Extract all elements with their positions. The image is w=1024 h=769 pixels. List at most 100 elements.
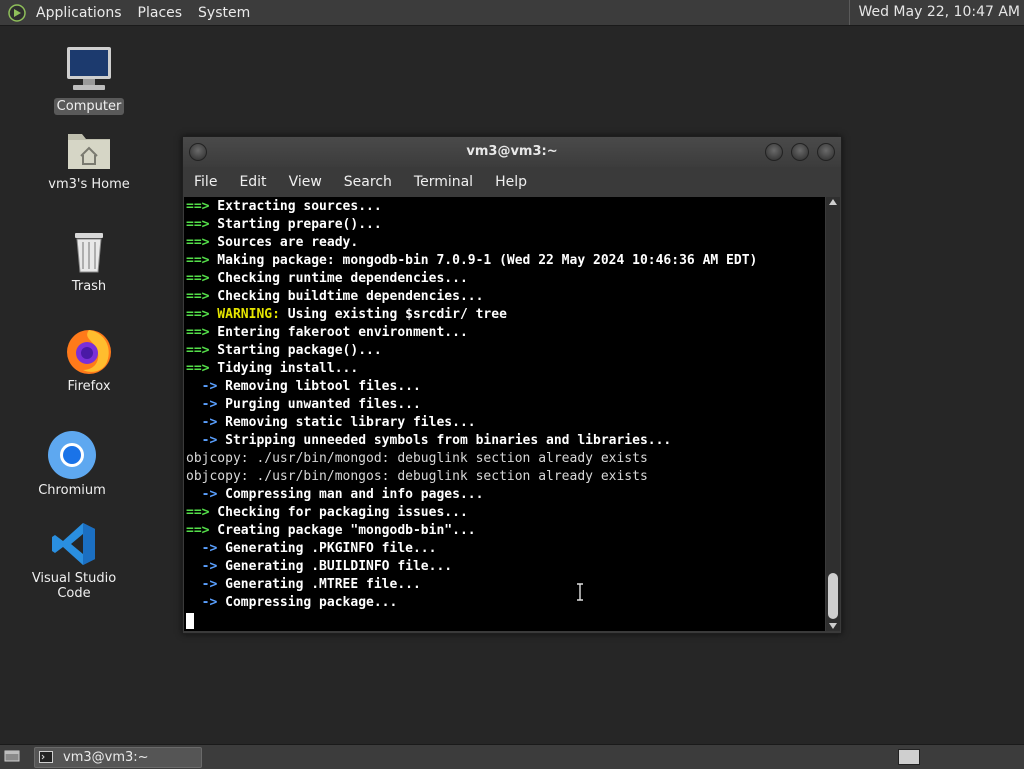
line-text: Tidying install... bbox=[209, 361, 359, 376]
taskbar-button-terminal[interactable]: vm3@vm3:~ bbox=[34, 747, 202, 768]
line-text: Stripping unneeded symbols from binaries… bbox=[217, 433, 672, 448]
menu-edit[interactable]: Edit bbox=[228, 174, 277, 190]
terminal-line: ==> Entering fakeroot environment... bbox=[186, 324, 825, 342]
warning-label: WARNING: bbox=[209, 307, 280, 322]
terminal-window: vm3@vm3:~ File Edit View Search Terminal… bbox=[182, 136, 842, 634]
line-text: Using existing $srcdir/ tree bbox=[279, 307, 507, 322]
trash-icon bbox=[75, 233, 103, 273]
line-text: Creating package "mongodb-bin"... bbox=[209, 523, 476, 538]
terminal-line: -> Generating .BUILDINFO file... bbox=[186, 558, 825, 576]
desktop-icon-label: vm3's Home bbox=[48, 177, 130, 192]
terminal-line: -> Compressing man and info pages... bbox=[186, 486, 825, 504]
scrollbar-thumb[interactable] bbox=[828, 573, 838, 619]
line-prefix: -> bbox=[186, 541, 218, 556]
desktop-icon-home[interactable]: vm3's Home bbox=[29, 126, 149, 193]
terminal-line: -> Compressing package... bbox=[186, 594, 825, 612]
maximize-button[interactable] bbox=[791, 143, 809, 161]
desktop-icon-chromium[interactable]: Chromium bbox=[12, 430, 132, 499]
line-prefix: ==> bbox=[186, 253, 210, 268]
terminal-line: -> Stripping unneeded symbols from binar… bbox=[186, 432, 825, 450]
line-text: Generating .PKGINFO file... bbox=[217, 541, 437, 556]
terminal-line: ==> Tidying install... bbox=[186, 360, 825, 378]
close-button[interactable] bbox=[817, 143, 835, 161]
line-prefix: -> bbox=[186, 433, 218, 448]
line-prefix: -> bbox=[186, 595, 218, 610]
terminal-line: ==> Starting package()... bbox=[186, 342, 825, 360]
line-text: Checking for packaging issues... bbox=[209, 505, 468, 520]
desktop-icon-label: Visual Studio Code bbox=[31, 571, 117, 601]
desktop-icon-label: Chromium bbox=[38, 483, 106, 498]
terminal-line: -> Purging unwanted files... bbox=[186, 396, 825, 414]
computer-icon bbox=[67, 47, 111, 90]
terminal-line: ==> Starting prepare()... bbox=[186, 216, 825, 234]
line-prefix: ==> bbox=[186, 325, 210, 340]
bottom-panel: vm3@vm3:~ bbox=[0, 744, 1024, 769]
terminal-output[interactable]: ==> Extracting sources... ==> Starting pr… bbox=[184, 197, 825, 631]
line-text: Extracting sources... bbox=[209, 199, 382, 214]
terminal-line: objcopy: ./usr/bin/mongod: debuglink sec… bbox=[186, 450, 825, 468]
desktop-icon-trash[interactable]: Trash bbox=[29, 228, 149, 295]
line-text: Purging unwanted files... bbox=[217, 397, 421, 412]
terminal-cursor bbox=[186, 612, 194, 629]
desktop-icon-computer[interactable]: Computer bbox=[29, 44, 149, 115]
system-menu[interactable]: System bbox=[190, 5, 258, 21]
menu-view[interactable]: View bbox=[278, 174, 333, 190]
terminal-line: ==> Extracting sources... bbox=[186, 198, 825, 216]
menu-help[interactable]: Help bbox=[484, 174, 538, 190]
terminal-line: -> Removing libtool files... bbox=[186, 378, 825, 396]
desktop-icon-firefox[interactable]: Firefox bbox=[29, 326, 149, 395]
terminal-line: ==> Creating package "mongodb-bin"... bbox=[186, 522, 825, 540]
line-text: objcopy: ./usr/bin/mongod: debuglink sec… bbox=[186, 451, 648, 466]
line-prefix: ==> bbox=[186, 289, 210, 304]
terminal-icon bbox=[39, 751, 53, 763]
line-prefix: ==> bbox=[186, 307, 210, 322]
menu-terminal[interactable]: Terminal bbox=[403, 174, 484, 190]
minimize-button[interactable] bbox=[765, 143, 783, 161]
line-text: Removing libtool files... bbox=[217, 379, 421, 394]
line-prefix: -> bbox=[186, 577, 218, 592]
line-prefix: ==> bbox=[186, 217, 210, 232]
clock[interactable]: Wed May 22, 10:47 AM bbox=[849, 0, 1020, 25]
terminal-line: ==> Checking for packaging issues... bbox=[186, 504, 825, 522]
terminal-line: ==> Checking buildtime dependencies... bbox=[186, 288, 825, 306]
line-prefix: ==> bbox=[186, 361, 210, 376]
applications-menu-icon[interactable] bbox=[8, 3, 26, 22]
workspace-switcher[interactable] bbox=[898, 749, 920, 765]
line-prefix: -> bbox=[186, 487, 218, 502]
terminal-line: ==> Checking runtime dependencies... bbox=[186, 270, 825, 288]
line-text: Generating .BUILDINFO file... bbox=[217, 559, 453, 574]
line-text: Generating .MTREE file... bbox=[217, 577, 421, 592]
line-text: Starting package()... bbox=[209, 343, 382, 358]
menu-search[interactable]: Search bbox=[333, 174, 403, 190]
prompt-line bbox=[186, 612, 825, 630]
terminal-line: ==> WARNING: Using existing $srcdir/ tre… bbox=[186, 306, 825, 324]
line-text: Sources are ready. bbox=[209, 235, 359, 250]
show-desktop-icon[interactable] bbox=[4, 749, 20, 763]
scroll-up-arrow-icon[interactable] bbox=[829, 199, 837, 205]
desktop-icon-label: Firefox bbox=[67, 379, 111, 394]
line-text: Checking buildtime dependencies... bbox=[209, 289, 484, 304]
line-text: Checking runtime dependencies... bbox=[209, 271, 468, 286]
window-menu-button[interactable] bbox=[189, 143, 207, 161]
line-prefix: ==> bbox=[186, 271, 210, 286]
applications-menu[interactable]: Applications bbox=[28, 5, 130, 21]
menu-file[interactable]: File bbox=[183, 174, 228, 190]
terminal-scrollbar[interactable] bbox=[826, 197, 840, 631]
terminal-line: ==> Making package: mongodb-bin 7.0.9-1 … bbox=[186, 252, 825, 270]
window-title: vm3@vm3:~ bbox=[466, 144, 558, 159]
terminal-line: -> Generating .MTREE file... bbox=[186, 576, 825, 594]
terminal-line: -> Removing static library files... bbox=[186, 414, 825, 432]
line-text: Making package: mongodb-bin 7.0.9-1 (Wed… bbox=[209, 253, 758, 268]
firefox-icon bbox=[67, 330, 111, 374]
window-titlebar[interactable]: vm3@vm3:~ bbox=[183, 137, 841, 167]
top-panel: Applications Places System Wed May 22, 1… bbox=[0, 0, 1024, 26]
line-prefix: -> bbox=[186, 415, 218, 430]
scroll-down-arrow-icon[interactable] bbox=[829, 623, 837, 629]
home-folder-icon bbox=[68, 134, 110, 169]
desktop-icon-label: Trash bbox=[71, 279, 107, 294]
line-text: Starting prepare()... bbox=[209, 217, 382, 232]
line-prefix: -> bbox=[186, 559, 218, 574]
places-menu[interactable]: Places bbox=[130, 5, 191, 21]
desktop-icon-vscode[interactable]: Visual Studio Code bbox=[14, 520, 134, 602]
line-text: Removing static library files... bbox=[217, 415, 476, 430]
